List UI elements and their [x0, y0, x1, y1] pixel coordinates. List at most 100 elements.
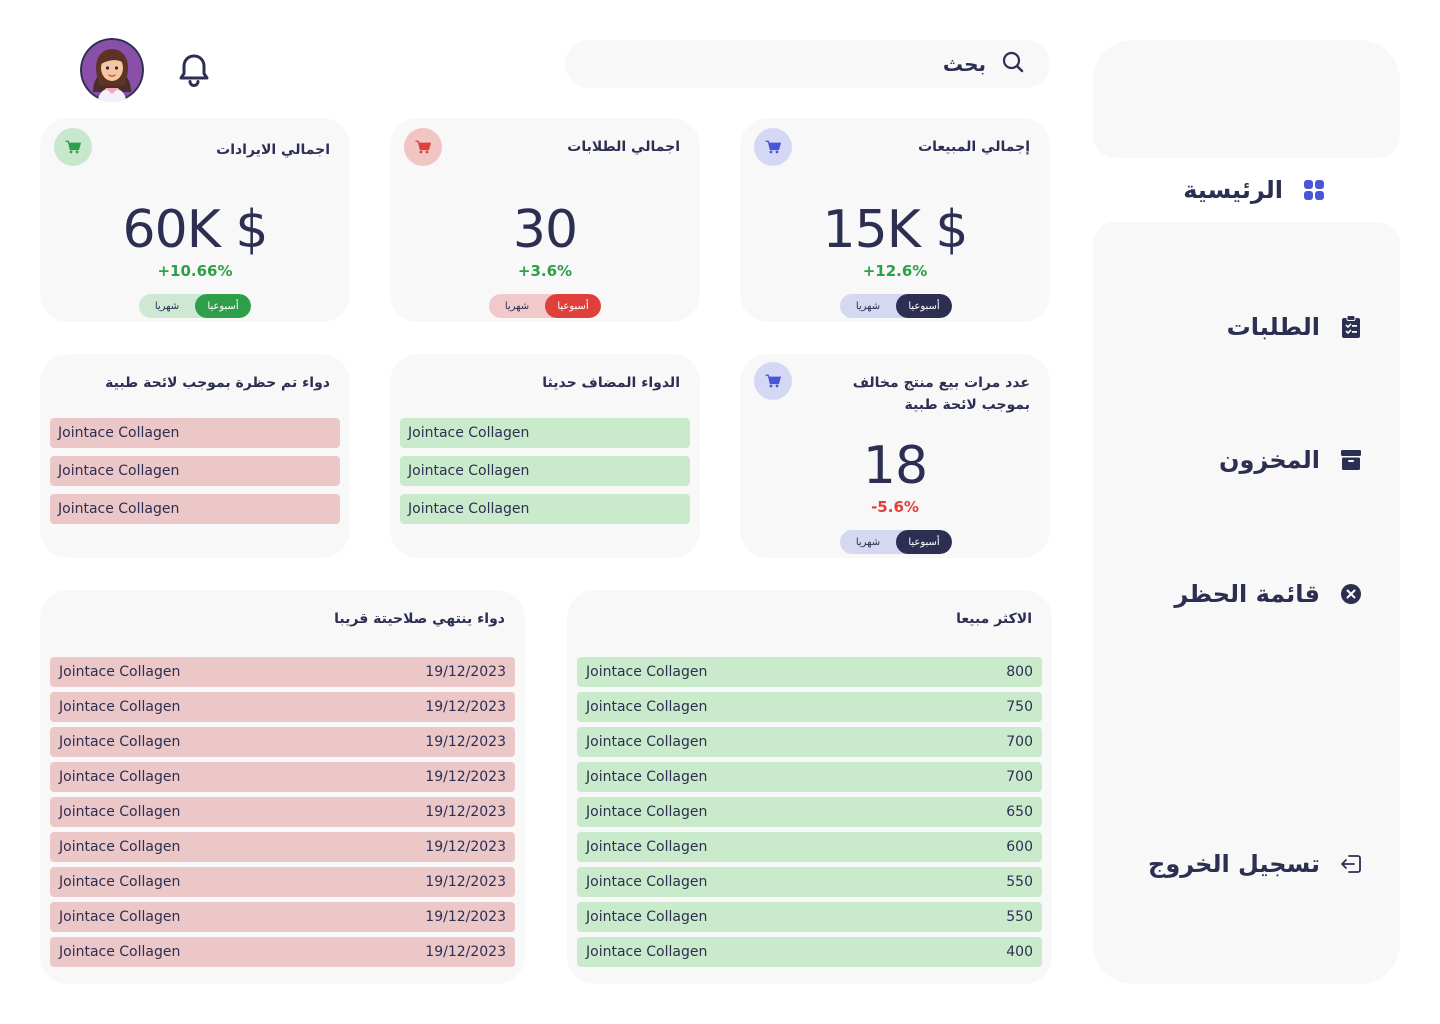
list-item[interactable]: Jointace Collagen	[50, 456, 340, 486]
expiry-date: 19/12/2023	[425, 944, 506, 960]
expiry-date: 19/12/2023	[425, 909, 506, 925]
product-name: Jointace Collagen	[59, 664, 181, 680]
card-title: دواء ينتهي صلاحيتة قريبا	[334, 611, 505, 627]
banned-medicine-card: دواء تم حظرة بموجب لائحة طبية Jointace C…	[40, 354, 350, 558]
archive-icon	[1340, 449, 1362, 471]
table-row[interactable]: Jointace Collagen 19/12/2023	[50, 797, 515, 827]
sidebar-item-label: قائمة الحظر	[1174, 580, 1320, 608]
card-title: إجمالي المبيعات	[918, 139, 1030, 155]
sidebar-item-label: المخزون	[1219, 446, 1320, 474]
list-item[interactable]: Jointace Collagen	[400, 418, 690, 448]
card-title: اجمالي الطلابات	[567, 139, 680, 155]
search-bar[interactable]	[565, 40, 1050, 88]
toggle-weekly[interactable]: أسبوعيا	[195, 294, 251, 318]
product-name: Jointace Collagen	[59, 909, 181, 925]
sidebar-item-label: تسجيل الخروج	[1148, 850, 1320, 878]
product-name: Jointace Collagen	[586, 699, 708, 715]
search-input[interactable]	[565, 52, 986, 76]
sales-card: إجمالي المبيعات 15K $ +12.6% شهريا أسبوع…	[740, 118, 1050, 322]
card-title: اجمالي الايرادات	[216, 142, 330, 158]
table-row[interactable]: Jointace Collagen 550	[577, 902, 1042, 932]
avatar[interactable]	[80, 38, 144, 102]
sidebar-item-label: الرئيسية	[1183, 176, 1283, 204]
revenue-change: +10.66%	[157, 262, 233, 280]
list-item[interactable]: Jointace Collagen	[50, 418, 340, 448]
list-item[interactable]: Jointace Collagen	[400, 494, 690, 524]
bell-icon[interactable]	[177, 52, 211, 88]
toggle-weekly[interactable]: أسبوعيا	[896, 294, 952, 318]
product-name: Jointace Collagen	[59, 769, 181, 785]
cart-icon	[754, 128, 792, 166]
toggle-weekly[interactable]: أسبوعيا	[896, 530, 952, 554]
card-title: الدواء المضاف حديثا	[542, 375, 680, 391]
sidebar-item-blocklist[interactable]: قائمة الحظر	[1174, 562, 1362, 626]
toggle-monthly[interactable]: شهريا	[139, 294, 195, 318]
table-row[interactable]: Jointace Collagen 19/12/2023	[50, 657, 515, 687]
table-row[interactable]: Jointace Collagen 400	[577, 937, 1042, 967]
table-row[interactable]: Jointace Collagen 19/12/2023	[50, 692, 515, 722]
toggle-weekly[interactable]: أسبوعيا	[545, 294, 601, 318]
card-title: دواء تم حظرة بموجب لائحة طبية	[105, 375, 330, 391]
table-row[interactable]: Jointace Collagen 19/12/2023	[50, 727, 515, 757]
card-title: الاكثر مبيعا	[956, 611, 1032, 627]
expiry-date: 19/12/2023	[425, 874, 506, 890]
product-name: Jointace Collagen	[586, 874, 708, 890]
table-row[interactable]: Jointace Collagen 19/12/2023	[50, 937, 515, 967]
orders-change: +3.6%	[517, 262, 573, 280]
expiry-date: 19/12/2023	[425, 769, 506, 785]
sidebar-item-home[interactable]: الرئيسية	[1093, 158, 1353, 222]
expiry-date: 19/12/2023	[425, 839, 506, 855]
table-row[interactable]: Jointace Collagen 19/12/2023	[50, 902, 515, 932]
toggle-monthly[interactable]: شهريا	[840, 294, 896, 318]
x-circle-icon	[1340, 583, 1362, 605]
expiry-date: 19/12/2023	[425, 699, 506, 715]
sales-count: 550	[1006, 909, 1033, 925]
sidebar-item-logout[interactable]: تسجيل الخروج	[1148, 832, 1362, 896]
expiry-date: 19/12/2023	[425, 734, 506, 750]
sales-count: 400	[1006, 944, 1033, 960]
table-row[interactable]: Jointace Collagen 19/12/2023	[50, 832, 515, 862]
product-name: Jointace Collagen	[59, 804, 181, 820]
period-toggle[interactable]: شهريا أسبوعيا	[840, 294, 952, 318]
logout-icon	[1340, 853, 1362, 875]
violations-card: عدد مرات بيع منتج مخالف بموجب لائحة طبية…	[740, 354, 1050, 558]
list-item[interactable]: Jointace Collagen	[50, 494, 340, 524]
product-name: Jointace Collagen	[586, 944, 708, 960]
product-name: Jointace Collagen	[59, 839, 181, 855]
table-row[interactable]: Jointace Collagen 700	[577, 762, 1042, 792]
toggle-monthly[interactable]: شهريا	[489, 294, 545, 318]
sidebar-item-inventory[interactable]: المخزون	[1219, 428, 1362, 492]
sales-count: 600	[1006, 839, 1033, 855]
table-row[interactable]: Jointace Collagen 750	[577, 692, 1042, 722]
table-row[interactable]: Jointace Collagen 800	[577, 657, 1042, 687]
table-row[interactable]: Jointace Collagen 19/12/2023	[50, 867, 515, 897]
list-item[interactable]: Jointace Collagen	[400, 456, 690, 486]
table-row[interactable]: Jointace Collagen 600	[577, 832, 1042, 862]
clipboard-icon	[1340, 315, 1362, 338]
product-name: Jointace Collagen	[59, 874, 181, 890]
sales-count: 750	[1006, 699, 1033, 715]
sidebar-top-panel	[1093, 40, 1400, 158]
cart-icon	[754, 362, 792, 400]
period-toggle[interactable]: شهريا أسبوعيا	[840, 530, 952, 554]
toggle-monthly[interactable]: شهريا	[840, 530, 896, 554]
product-name: Jointace Collagen	[586, 909, 708, 925]
sidebar-item-orders[interactable]: الطلبات	[1227, 295, 1362, 359]
sales-count: 800	[1006, 664, 1033, 680]
search-icon[interactable]	[1002, 51, 1024, 77]
violations-change: -5.6%	[871, 498, 919, 516]
table-row[interactable]: Jointace Collagen 19/12/2023	[50, 762, 515, 792]
table-row[interactable]: Jointace Collagen 700	[577, 727, 1042, 757]
product-name: Jointace Collagen	[586, 734, 708, 750]
revenue-card: اجمالي الايرادات 60K $ +10.66% شهريا أسب…	[40, 118, 350, 322]
new-medicine-card: الدواء المضاف حديثا Jointace Collagen Jo…	[390, 354, 700, 558]
period-toggle[interactable]: شهريا أسبوعيا	[489, 294, 601, 318]
product-name: Jointace Collagen	[586, 769, 708, 785]
period-toggle[interactable]: شهريا أسبوعيا	[139, 294, 251, 318]
sales-count: 700	[1006, 769, 1033, 785]
product-name: Jointace Collagen	[586, 804, 708, 820]
product-name: Jointace Collagen	[59, 699, 181, 715]
table-row[interactable]: Jointace Collagen 550	[577, 867, 1042, 897]
orders-value: 30	[512, 200, 578, 260]
table-row[interactable]: Jointace Collagen 650	[577, 797, 1042, 827]
